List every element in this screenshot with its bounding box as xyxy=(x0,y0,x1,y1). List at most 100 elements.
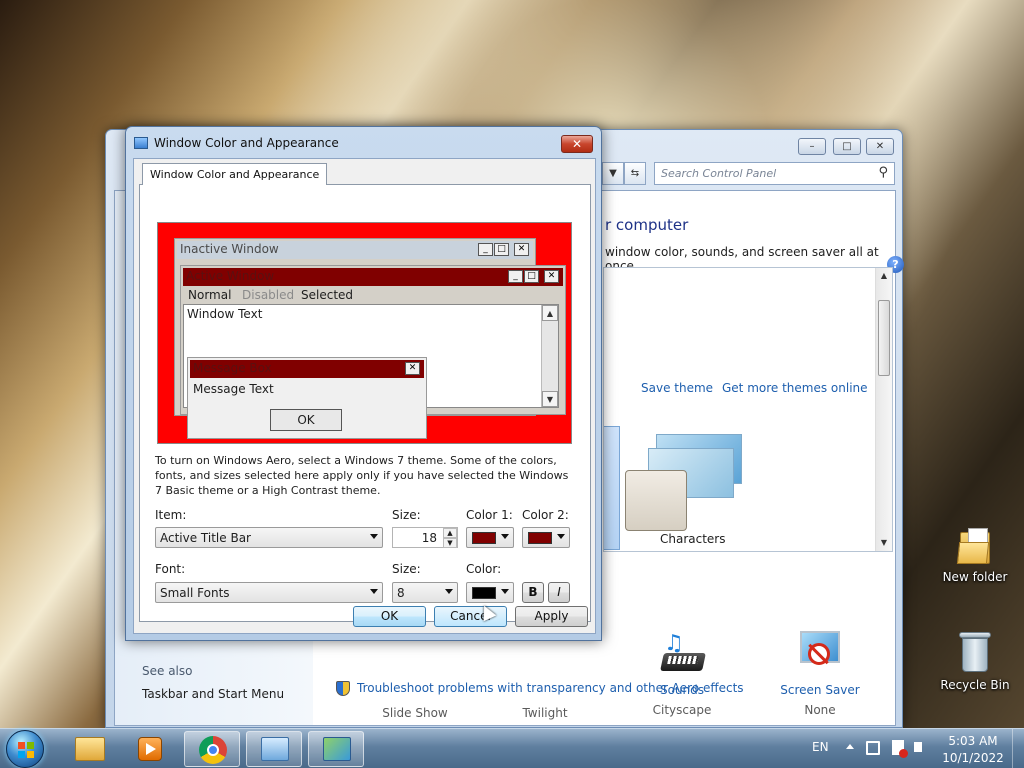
font-dropdown-value: Small Fonts xyxy=(160,586,230,600)
themes-scrollbar[interactable]: ▲ ▼ xyxy=(875,268,892,551)
folder-icon xyxy=(75,737,105,761)
color1-label: Color 1: xyxy=(466,508,513,522)
bottom-item-sounds[interactable]: ♫ Sounds Cityscape xyxy=(637,631,727,717)
preview-minimize-button: _ xyxy=(478,243,493,256)
control-panel-icon xyxy=(261,737,289,761)
bottom-item-slide-show[interactable]: Slide Show xyxy=(375,706,455,720)
font-dropdown[interactable]: Small Fonts xyxy=(155,582,383,603)
clock-time[interactable]: 5:03 AM xyxy=(938,734,1008,748)
info-text: To turn on Windows Aero, select a Window… xyxy=(155,454,569,497)
show-hidden-icons-chevron-icon[interactable] xyxy=(846,744,854,749)
clock-date[interactable]: 10/1/2022 xyxy=(938,751,1008,765)
color1-picker[interactable] xyxy=(466,527,514,548)
preview-ok-button: OK xyxy=(270,409,342,431)
font-size-value: 8 xyxy=(397,586,405,600)
dialog-close-button[interactable]: ✕ xyxy=(561,135,593,153)
bottom-item-label: Screen Saver xyxy=(780,683,860,697)
window-color-icon xyxy=(134,137,148,149)
item-dropdown[interactable]: Active Title Bar xyxy=(155,527,383,548)
chrome-icon xyxy=(199,736,227,764)
theme-thumbnail[interactable] xyxy=(624,434,744,531)
windows-logo-icon xyxy=(18,742,34,758)
bottom-item-label: Twilight xyxy=(522,706,568,720)
desktop-icon-recycle-bin[interactable]: Recycle Bin xyxy=(940,630,1010,692)
scroll-down-arrow[interactable]: ▼ xyxy=(876,535,892,551)
taskbar-chrome[interactable] xyxy=(184,731,240,767)
chevron-down-icon xyxy=(501,534,509,539)
chevron-down-icon xyxy=(370,589,378,594)
preview-message-titlebar: Message Box ✕ xyxy=(190,360,424,378)
show-desktop-button[interactable] xyxy=(1012,729,1024,768)
bottom-item-twilight[interactable]: Twilight xyxy=(505,706,585,720)
item-label: Item: xyxy=(155,508,187,522)
appearance-preview[interactable]: Inactive Window _ □ ✕ Active Window _ □ … xyxy=(157,222,572,444)
preview-maximize-button: □ xyxy=(524,270,539,283)
bottom-item-label: Slide Show xyxy=(382,706,448,720)
apply-button[interactable]: Apply xyxy=(515,606,588,627)
bottom-item-screen-saver[interactable]: Screen Saver None xyxy=(775,631,865,717)
preview-message-box[interactable]: Message Box ✕ Message Text OK xyxy=(187,357,427,439)
window-color-dialog[interactable]: Window Color and Appearance ✕ Window Col… xyxy=(125,126,602,641)
taskbar-link[interactable]: Taskbar and Start Menu xyxy=(142,687,284,701)
stepper-up-arrow[interactable]: ▲ xyxy=(443,528,457,538)
preview-inactive-title: Inactive Window xyxy=(180,242,279,256)
preview-minimize-button: _ xyxy=(508,270,523,283)
item-dropdown-value: Active Title Bar xyxy=(160,531,251,545)
scroll-thumb[interactable] xyxy=(878,300,890,376)
taskbar-explorer[interactable] xyxy=(62,731,118,767)
preview-active-titlebar: Active Window _ □ ✕ xyxy=(183,268,563,286)
search-input[interactable]: Search Control Panel ⚲ xyxy=(654,162,895,185)
chevron-down-icon xyxy=(501,589,509,594)
stepper-down-arrow[interactable]: ▼ xyxy=(443,538,457,548)
save-theme-link[interactable]: Save theme xyxy=(641,381,713,395)
network-icon[interactable] xyxy=(866,741,880,755)
preview-scrollbar: ▲ ▼ xyxy=(541,305,558,407)
chevron-down-icon xyxy=(557,534,565,539)
shield-icon xyxy=(336,681,350,696)
minimize-button[interactable]: – xyxy=(798,138,826,155)
font-color-label: Color: xyxy=(466,562,502,576)
color1-swatch xyxy=(472,532,496,544)
sounds-icon: ♫ xyxy=(660,631,706,675)
close-button[interactable]: ✕ xyxy=(866,138,894,155)
window-color-icon xyxy=(323,737,351,761)
chevron-down-icon xyxy=(445,589,453,594)
action-center-flag-icon[interactable] xyxy=(892,740,908,758)
font-size-label: Size: xyxy=(392,562,421,576)
ok-button[interactable]: OK xyxy=(353,606,426,627)
troubleshoot-link[interactable]: Troubleshoot problems with transparency … xyxy=(357,681,744,695)
taskbar-window-color[interactable] xyxy=(308,731,364,767)
size-stepper[interactable]: 18 ▲ ▼ xyxy=(392,527,458,548)
taskbar-media-player[interactable] xyxy=(122,731,178,767)
cancel-button[interactable]: Cancel xyxy=(434,606,507,627)
preview-close-button: ✕ xyxy=(544,270,559,283)
start-button[interactable] xyxy=(6,730,44,768)
taskbar-control-panel[interactable] xyxy=(246,731,302,767)
bottom-item-sub: Cityscape xyxy=(652,703,712,717)
address-dropdown-button[interactable]: ▼ xyxy=(602,162,624,185)
color2-swatch xyxy=(528,532,552,544)
volume-icon[interactable] xyxy=(914,742,922,752)
themes-list[interactable]: Save theme Get more themes online Charac… xyxy=(603,267,893,552)
preview-active-title: Active Window xyxy=(186,269,275,283)
maximize-button[interactable]: □ xyxy=(833,138,861,155)
tab-window-color[interactable]: Window Color and Appearance xyxy=(142,163,328,185)
search-icon: ⚲ xyxy=(878,165,888,180)
font-color-picker[interactable] xyxy=(466,582,514,603)
theme-name: Characters xyxy=(660,532,726,546)
font-size-dropdown[interactable]: 8 xyxy=(392,582,458,603)
desktop-icon-new-folder[interactable]: New folder xyxy=(940,526,1010,584)
font-color-swatch xyxy=(472,587,496,599)
size-label: Size: xyxy=(392,508,421,522)
bottom-item-sub: None xyxy=(804,703,836,717)
desktop-icon-label: New folder xyxy=(942,570,1008,584)
refresh-button[interactable]: ⇆ xyxy=(624,162,646,185)
scroll-up-arrow[interactable]: ▲ xyxy=(876,268,892,284)
more-themes-link[interactable]: Get more themes online xyxy=(722,381,868,395)
italic-button[interactable]: I xyxy=(548,582,570,603)
dialog-client: Window Color and Appearance Inactive Win… xyxy=(133,158,596,634)
language-indicator[interactable]: EN xyxy=(812,740,829,754)
bold-button[interactable]: B xyxy=(522,582,544,603)
folder-icon xyxy=(956,526,994,566)
color2-picker[interactable] xyxy=(522,527,570,548)
